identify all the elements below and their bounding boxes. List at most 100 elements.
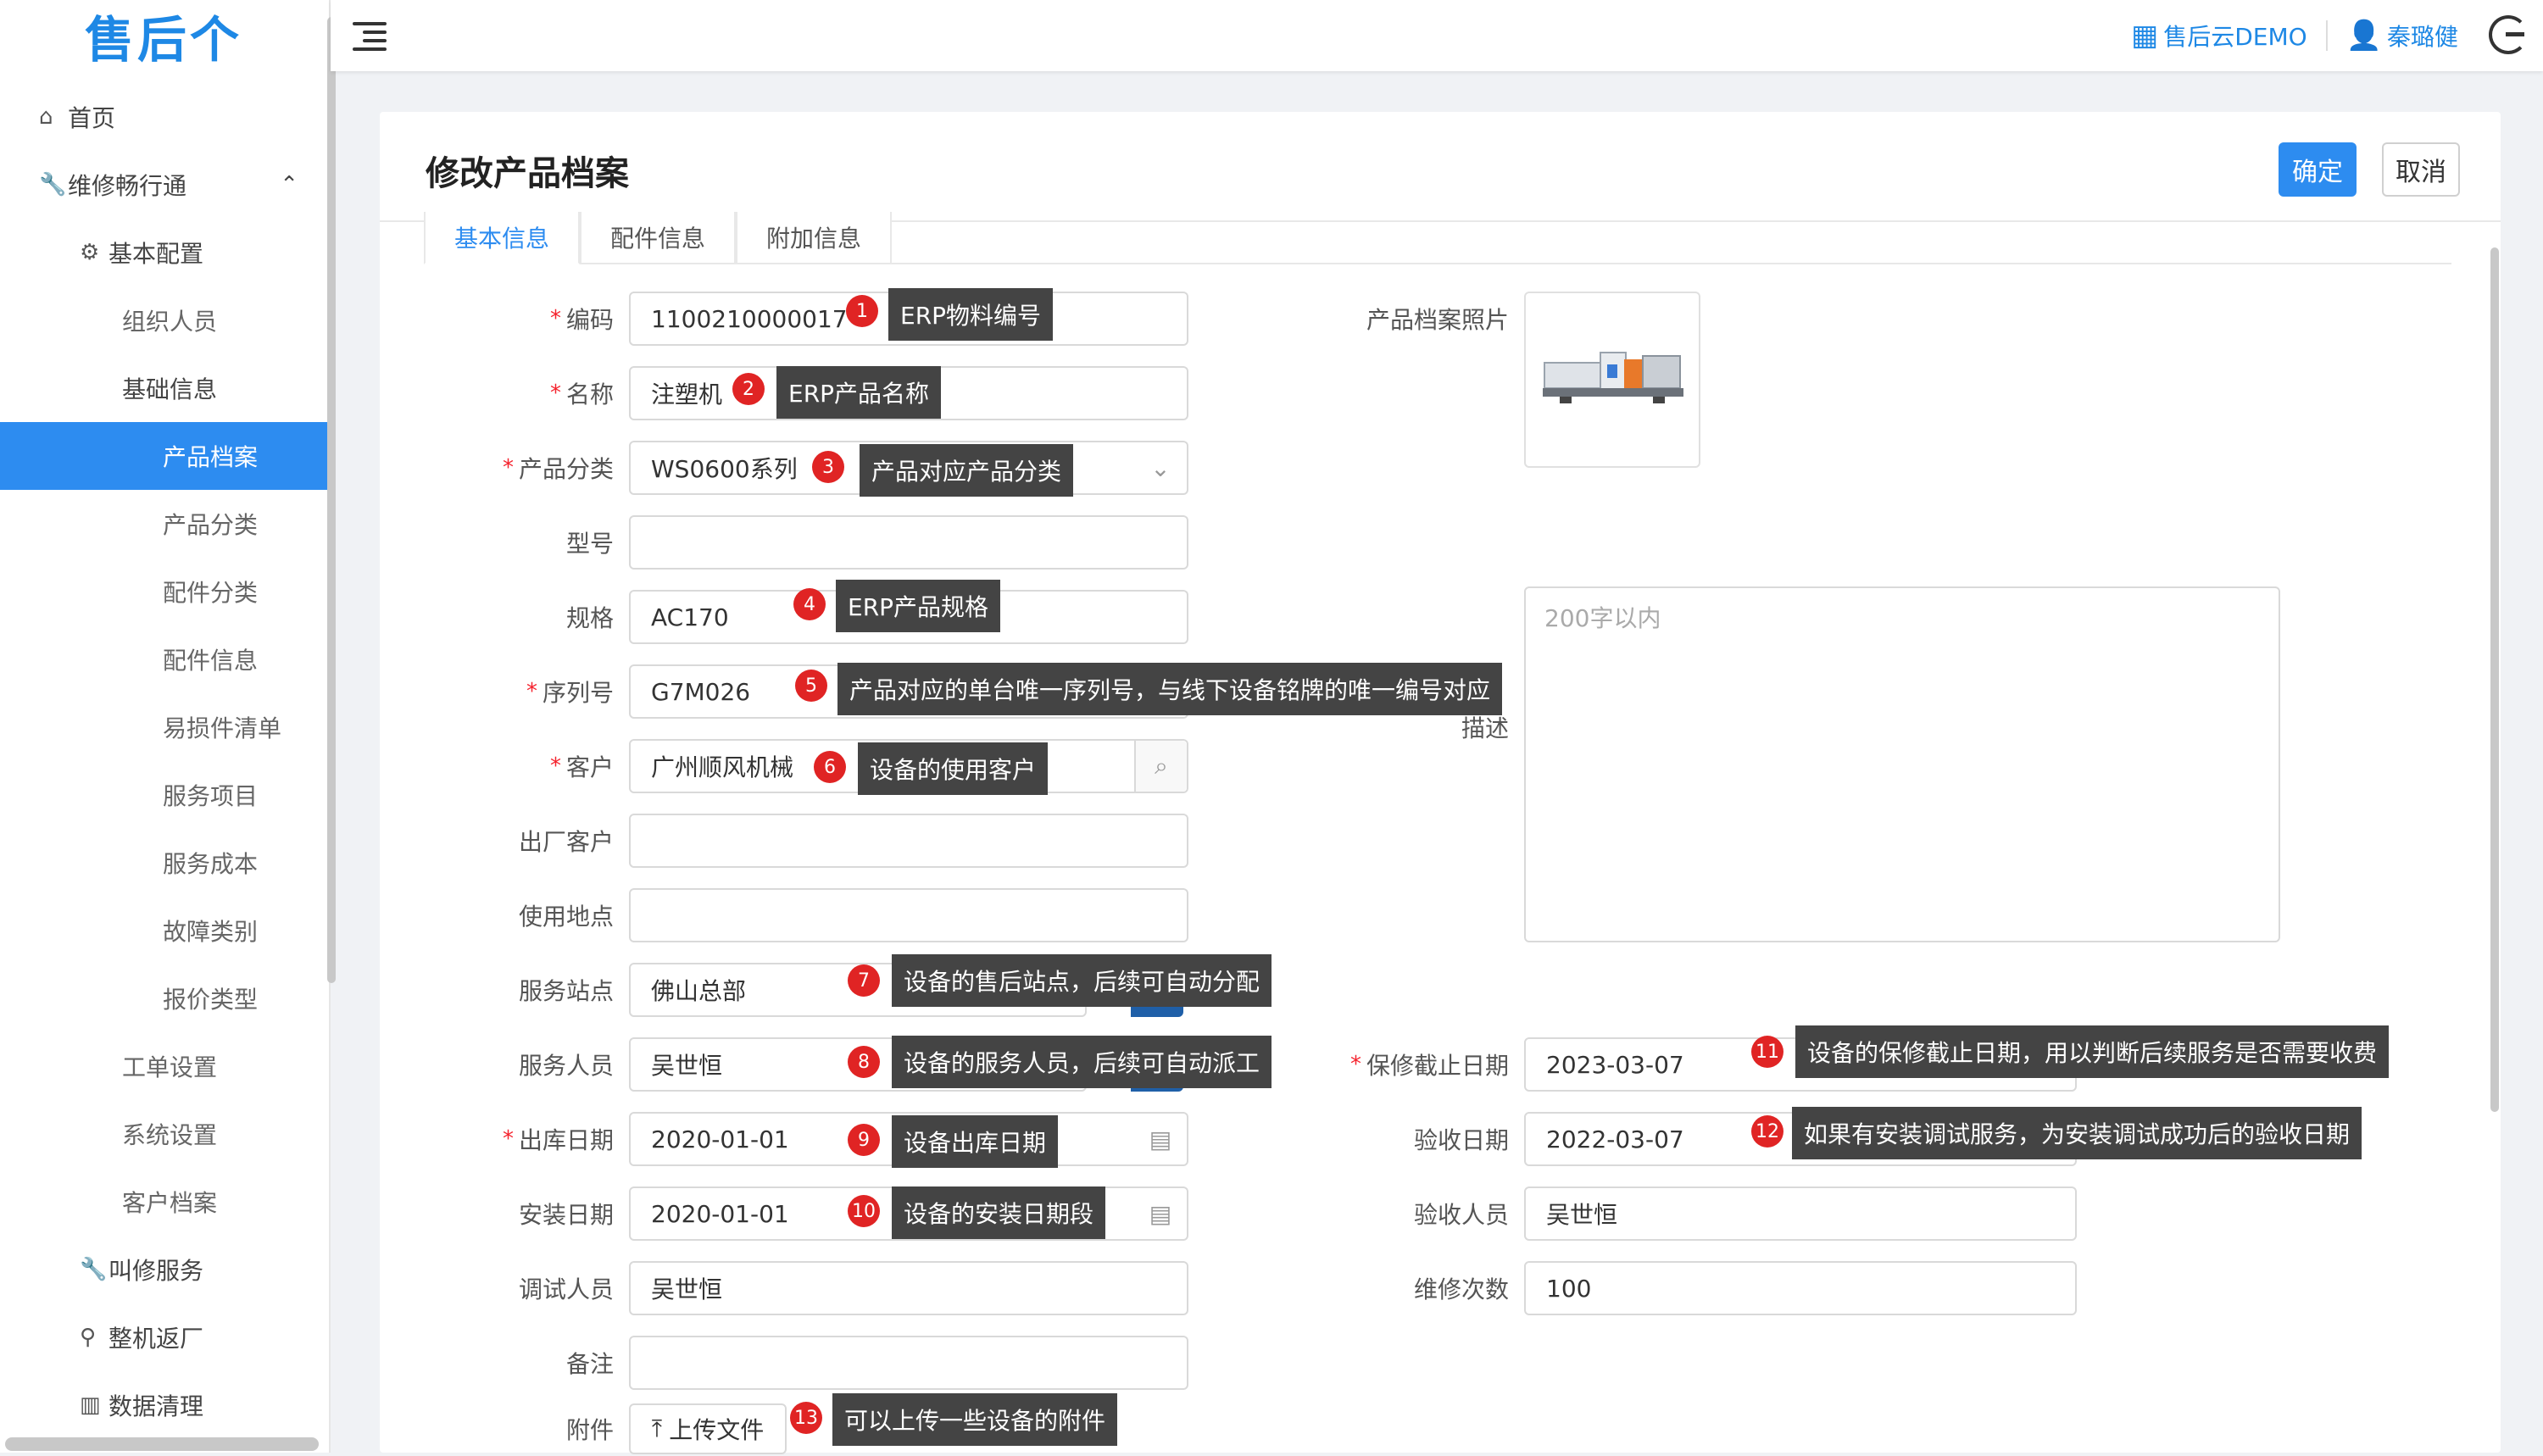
required-mark: * bbox=[526, 679, 537, 704]
label-text: 规格 bbox=[565, 604, 614, 632]
input-value: 吴世恒 bbox=[651, 1052, 723, 1080]
sidebar-item-label: 基础信息 bbox=[122, 375, 218, 403]
label-text: 序列号 bbox=[542, 679, 614, 707]
sidebar-scrollbar[interactable] bbox=[327, 17, 336, 983]
sidebar-item-label: 组织人员 bbox=[122, 308, 218, 336]
sidebar-item-product-category[interactable]: 产品分类 bbox=[0, 490, 329, 558]
top-bar: ▦ 售后云DEMO 👤 秦璐健 bbox=[331, 0, 2543, 71]
factory-customer-input[interactable] bbox=[629, 814, 1188, 868]
wrench-icon: 🔧 bbox=[80, 1257, 108, 1282]
remark-input[interactable] bbox=[629, 1336, 1188, 1390]
annotation-tooltip: 设备的保修截止日期，用以判断后续服务是否需要收费 bbox=[1795, 1025, 2390, 1078]
required-mark: * bbox=[502, 1126, 514, 1152]
label-text: 安装日期 bbox=[518, 1201, 614, 1229]
sidebar-item-fault-type[interactable]: 故障类别 bbox=[0, 897, 329, 964]
input-value: G7M026 bbox=[651, 677, 751, 706]
photo-label: 产品档案照片 bbox=[1227, 292, 1509, 346]
sidebar-item-label: 配件分类 bbox=[163, 579, 259, 607]
label-text: 产品档案照片 bbox=[1366, 306, 1509, 334]
app-logo[interactable]: 售后个 bbox=[85, 3, 242, 69]
sidebar-item-basic-config[interactable]: ⚙ 基本配置 bbox=[0, 219, 329, 286]
required-mark: * bbox=[1349, 1052, 1361, 1077]
sidebar-item-service-cost[interactable]: 服务成本 bbox=[0, 829, 329, 897]
annotation-tooltip: 设备的服务人员，后续可自动派工 bbox=[892, 1036, 1272, 1088]
sidebar-item-wear-parts[interactable]: 易损件清单 bbox=[0, 693, 329, 761]
annotation-tooltip: 产品对应的单台唯一序列号，与线下设备铭牌的唯一编号对应 bbox=[837, 663, 1503, 715]
station-label: 服务站点 bbox=[414, 963, 614, 1017]
location-input[interactable] bbox=[629, 888, 1188, 942]
cancel-button[interactable]: 取消 bbox=[2382, 142, 2460, 197]
accept-staff-input[interactable]: 吴世恒 bbox=[1524, 1186, 2077, 1241]
sidebar-item-customer-archive[interactable]: 客户档案 bbox=[0, 1168, 329, 1236]
calendar-icon[interactable]: ▤ bbox=[1134, 1114, 1187, 1164]
category-label: * 产品分类 bbox=[414, 441, 614, 495]
input-value: WS0600系列 bbox=[651, 455, 798, 483]
page-title: 修改产品档案 bbox=[426, 154, 629, 193]
repair-count-input[interactable]: 100 bbox=[1524, 1261, 2077, 1315]
product-photo[interactable] bbox=[1524, 292, 1700, 468]
tab-additional-info[interactable]: 附加信息 bbox=[736, 212, 892, 264]
factory-customer-label: 出厂客户 bbox=[414, 814, 614, 868]
annotation-marker: 13 bbox=[790, 1402, 822, 1434]
sidebar-item-factory-return[interactable]: ⚲ 整机返厂 bbox=[0, 1303, 329, 1371]
sidebar-item-call-service[interactable]: 🔧 叫修服务 bbox=[0, 1236, 329, 1303]
calendar-icon[interactable]: ▤ bbox=[1134, 1188, 1187, 1239]
confirm-button[interactable]: 确定 bbox=[2279, 142, 2357, 197]
content-scrollbar[interactable] bbox=[2490, 247, 2499, 1112]
sidebar-item-basic-info[interactable]: 基础信息 bbox=[0, 354, 329, 422]
sidebar-item-system-settings[interactable]: 系统设置 bbox=[0, 1100, 329, 1168]
org-name[interactable]: 售后云DEMO bbox=[2163, 19, 2307, 53]
annotation-tooltip: ERP物料编号 bbox=[888, 288, 1054, 341]
install-date-label: 安装日期 bbox=[414, 1186, 614, 1241]
description-textarea[interactable]: 200字以内 bbox=[1524, 586, 2280, 942]
sidebar-horizontal-scrollbar[interactable] bbox=[5, 1437, 319, 1451]
menu-toggle-icon[interactable] bbox=[353, 19, 387, 53]
sidebar-item-label: 整机返厂 bbox=[109, 1325, 204, 1353]
upload-file-button[interactable]: ⤒ 上传文件 bbox=[629, 1403, 787, 1454]
home-icon: ⌂ bbox=[39, 104, 53, 130]
sidebar-item-home[interactable]: ⌂ 首页 bbox=[0, 83, 329, 151]
required-mark: * bbox=[549, 306, 561, 331]
debug-staff-input[interactable]: 吴世恒 bbox=[629, 1261, 1188, 1315]
gear-icon: ⚙ bbox=[80, 240, 100, 265]
required-mark: * bbox=[549, 753, 561, 779]
sidebar-item-part-info[interactable]: 配件信息 bbox=[0, 625, 329, 693]
sidebar-item-label: 工单设置 bbox=[122, 1053, 218, 1081]
label-text: 验收日期 bbox=[1413, 1126, 1509, 1154]
sidebar-item-product-archive[interactable]: 产品档案 bbox=[0, 422, 329, 490]
annotation-marker: 6 bbox=[814, 751, 846, 783]
sidebar-item-service-items[interactable]: 服务项目 bbox=[0, 761, 329, 829]
button-label: 上传文件 bbox=[669, 1416, 765, 1444]
sidebar-item-repair[interactable]: 🔧 维修畅行通 ⌃ bbox=[0, 151, 329, 219]
tab-parts-info[interactable]: 配件信息 bbox=[580, 212, 736, 264]
label-text: 型号 bbox=[565, 530, 614, 558]
customer-label: * 客户 bbox=[414, 739, 614, 793]
search-icon[interactable]: ⌕ bbox=[1134, 741, 1187, 792]
model-input[interactable] bbox=[629, 515, 1188, 570]
main-card: 修改产品档案 确定 取消 基本信息 配件信息 附加信息 * 编码 11002100… bbox=[380, 112, 2501, 1454]
sidebar-item-data-cleanup[interactable]: ▥ 数据清理 bbox=[0, 1371, 329, 1439]
annotation-tooltip: 设备的售后站点，后续可自动分配 bbox=[892, 954, 1272, 1007]
tab-basic-info[interactable]: 基本信息 bbox=[424, 212, 580, 264]
sidebar-item-workorder-settings[interactable]: 工单设置 bbox=[0, 1032, 329, 1100]
sidebar-item-quote-type[interactable]: 报价类型 bbox=[0, 964, 329, 1032]
annotation-marker: 5 bbox=[795, 670, 827, 702]
input-value: 广州顺风机械 bbox=[651, 753, 794, 781]
machine-image bbox=[1543, 352, 1683, 403]
model-label: 型号 bbox=[414, 515, 614, 570]
annotation-tooltip: 设备出库日期 bbox=[892, 1115, 1059, 1168]
tab-bar: 基本信息 配件信息 附加信息 bbox=[424, 212, 2451, 264]
annotation-tooltip: 可以上传一些设备的附件 bbox=[832, 1393, 1118, 1446]
sidebar-item-label: 首页 bbox=[68, 104, 116, 132]
sidebar-item-part-category[interactable]: 配件分类 bbox=[0, 558, 329, 625]
sidebar-item-label: 叫修服务 bbox=[109, 1257, 204, 1285]
building-icon: ▦ bbox=[2131, 19, 2159, 53]
sidebar-item-label: 易损件清单 bbox=[163, 714, 282, 742]
input-value: 100 bbox=[1546, 1274, 1592, 1303]
sidebar-item-org[interactable]: 组织人员 bbox=[0, 286, 329, 354]
logout-icon[interactable] bbox=[2489, 15, 2528, 54]
input-value: 注塑机 bbox=[651, 381, 723, 408]
label-text: 产品分类 bbox=[518, 455, 614, 483]
user-name[interactable]: 秦璐健 bbox=[2387, 19, 2458, 53]
building-icon: ▥ bbox=[80, 1392, 101, 1418]
